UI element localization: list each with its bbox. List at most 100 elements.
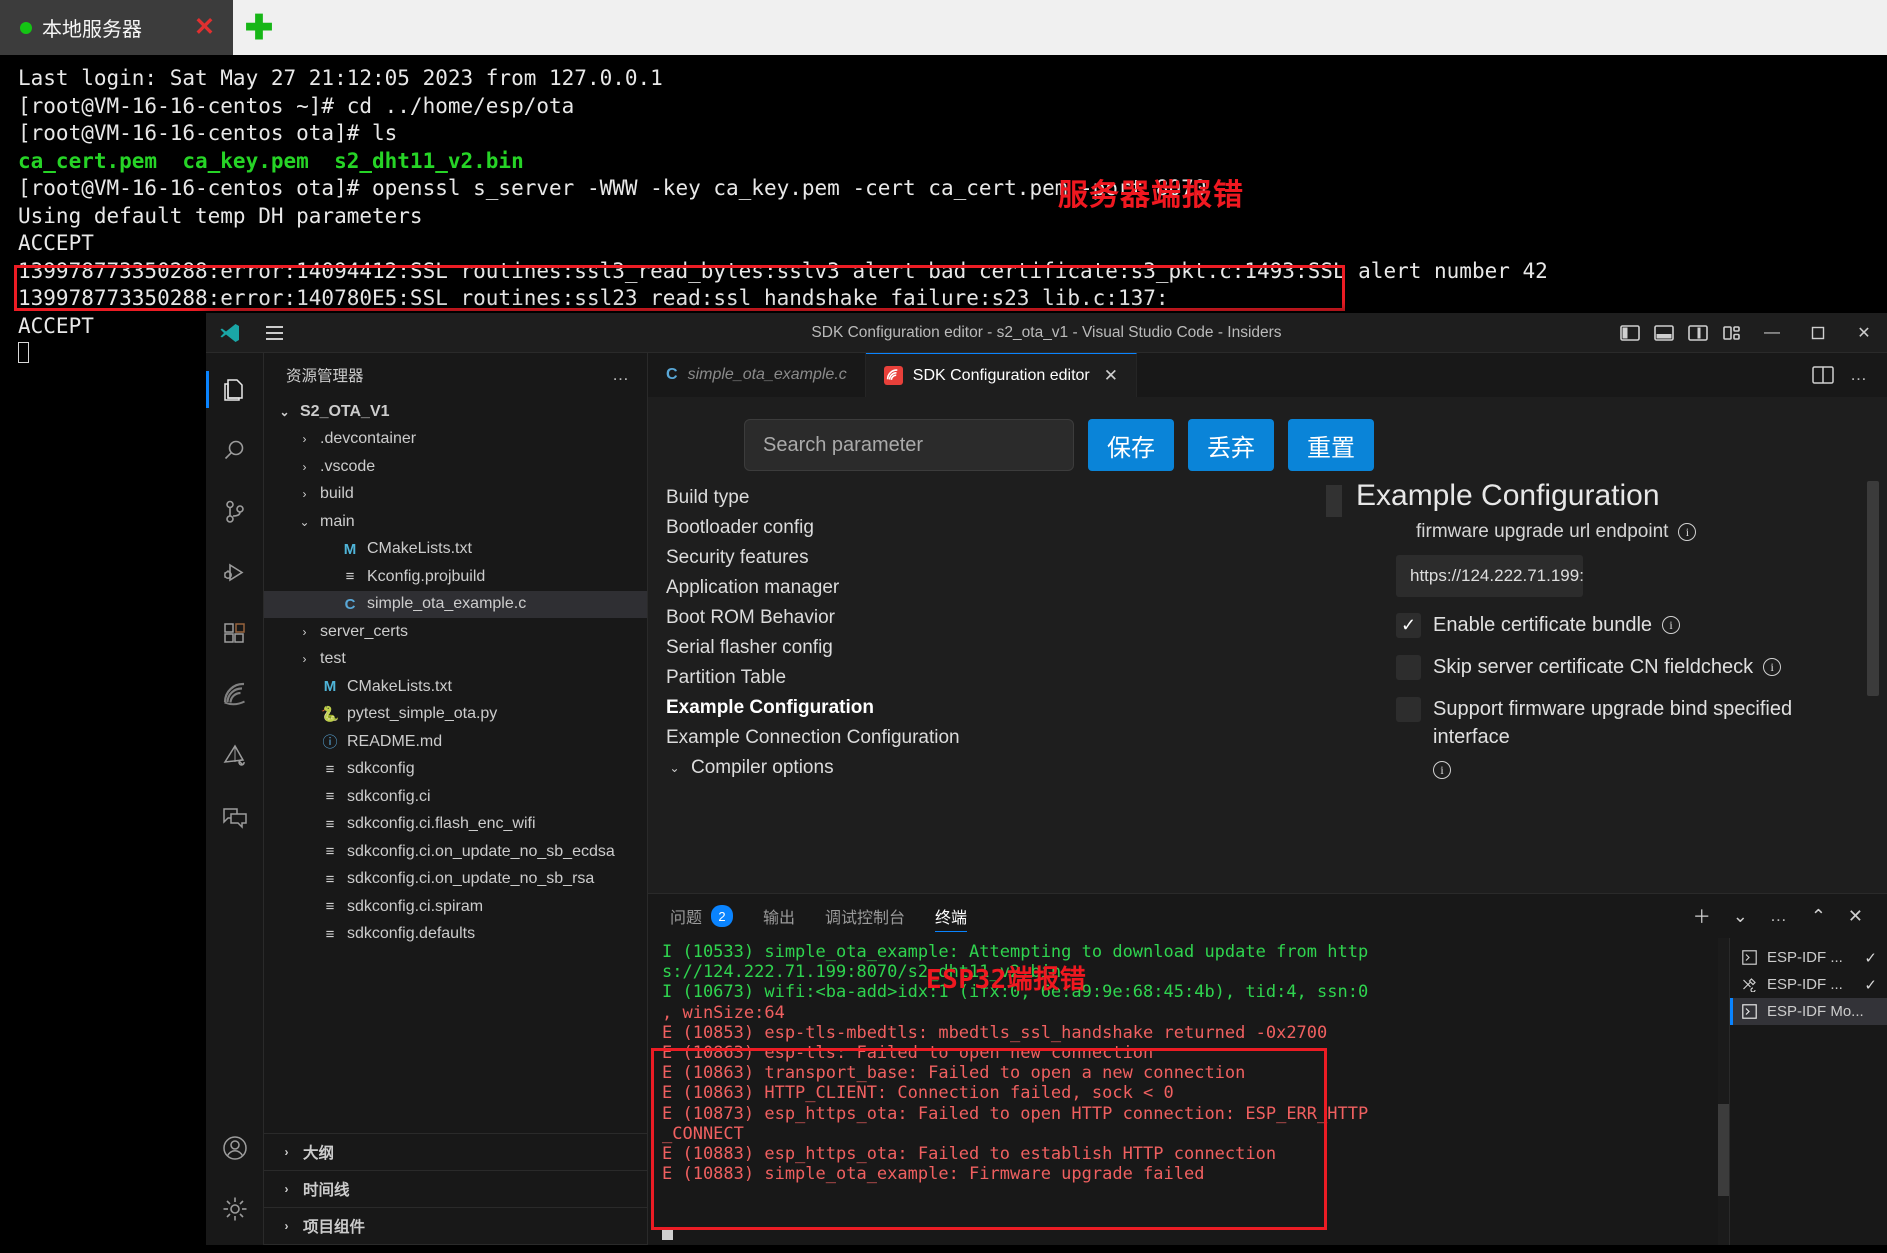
tree-item-main[interactable]: ⌄ main: [264, 508, 647, 536]
tree-item-sdkconfig[interactable]: ≡ sdkconfig: [264, 756, 647, 784]
toggle-panel-icon[interactable]: [1647, 313, 1681, 353]
file-tree[interactable]: ⌄ S2_OTA_V1 › .devcontainer › .vscode › build ⌄ m…: [264, 396, 647, 1133]
tree-item-cmakelists-txt[interactable]: M CMakeLists.txt: [264, 673, 647, 701]
list-item[interactable]: ESP-IDF Mo...: [1730, 998, 1887, 1025]
close-panel-icon[interactable]: ✕: [1848, 906, 1863, 927]
panel-tab-label: 问题: [670, 910, 703, 927]
maximize-panel-icon[interactable]: ⌃: [1811, 906, 1826, 927]
explorer-section-timeline[interactable]: › 时间线: [264, 1171, 647, 1208]
tab-output[interactable]: 输出: [763, 894, 795, 938]
menu-hamburger-icon[interactable]: [254, 325, 294, 340]
tree-item-sdkconfig-ci-flash-enc-wifi[interactable]: ≡ sdkconfig.ci.flash_enc_wifi: [264, 811, 647, 839]
customize-layout-icon[interactable]: [1715, 313, 1749, 353]
sidebar-item-run-and-debug[interactable]: [206, 542, 264, 603]
firmware-url-input[interactable]: https://124.222.71.199:807: [1396, 555, 1583, 597]
problems-badge: 2: [711, 905, 734, 927]
reset-button[interactable]: 重置: [1288, 419, 1374, 471]
tree-item-sdkconfig-ci-on-update-no-sb-rsa[interactable]: ≡ sdkconfig.ci.on_update_no_sb_rsa: [264, 866, 647, 894]
enable-certificate-bundle-checkbox[interactable]: ✓: [1396, 613, 1421, 638]
tree-item-sdkconfig-ci-on-update-no-sb-ecdsa[interactable]: ≡ sdkconfig.ci.on_update_no_sb_ecdsa: [264, 838, 647, 866]
sidebar-item-chat[interactable]: [206, 786, 264, 847]
sidebar-item-source-control[interactable]: [206, 481, 264, 542]
new-terminal-icon[interactable]: ＋: [1693, 903, 1711, 929]
tab-debug-console[interactable]: 调试控制台: [825, 894, 905, 938]
sdk-menu-item-bootloader-config[interactable]: Bootloader config: [666, 513, 1068, 543]
sidebar-item-espressif-idf[interactable]: [206, 664, 264, 725]
tree-item-sdkconfig-ci-spiram[interactable]: ≡ sdkconfig.ci.spiram: [264, 893, 647, 921]
panel-tab-label: 调试控制台: [825, 910, 906, 927]
editor-tab-sdk-configuration-editor[interactable]: SDK Configuration editor ✕: [865, 353, 1137, 397]
split-editor-icon[interactable]: [1812, 366, 1834, 384]
chevron-down-icon[interactable]: ⌄: [1733, 906, 1748, 927]
terminal-scrollbar[interactable]: [1718, 938, 1729, 1245]
close-icon[interactable]: ✕: [194, 15, 215, 40]
skip-server-cert-cn-checkbox[interactable]: [1396, 655, 1421, 680]
tree-item-pytest-simple-ota-py[interactable]: 🐍 pytest_simple_ota.py: [264, 701, 647, 729]
list-item[interactable]: ESP-IDF ... ✓: [1730, 944, 1887, 971]
sdk-menu-item-compiler-options[interactable]: ⌄ Compiler options: [666, 753, 1068, 783]
tree-item-cmakelists-txt[interactable]: M CMakeLists.txt: [264, 536, 647, 564]
tree-item-test[interactable]: › test: [264, 646, 647, 674]
support-bind-interface-checkbox[interactable]: [1396, 697, 1421, 722]
sidebar-item-unity[interactable]: [206, 725, 264, 786]
sdk-menu-item-example-connection-configuration[interactable]: Example Connection Configuration: [666, 723, 1068, 753]
tree-item-devcontainer[interactable]: › .devcontainer: [264, 426, 647, 454]
terminal-tabbar: 本地服务器 ✕ ✚: [0, 0, 1887, 55]
tab-problems[interactable]: 问题 2: [670, 894, 734, 938]
integrated-terminal-output[interactable]: I (10533) simple_ota_example: Attempting…: [648, 938, 1729, 1245]
tree-item-simple-ota-example-c[interactable]: Csimple_ota_example.c: [264, 590, 647, 618]
sdk-menu-item-label: Compiler options: [691, 757, 834, 778]
tree-item-sdkconfig-ci[interactable]: ≡ sdkconfig.ci: [264, 783, 647, 811]
save-button[interactable]: 保存: [1088, 419, 1174, 471]
config-scrollbar[interactable]: [1867, 481, 1879, 696]
new-tab-icon[interactable]: ✚: [233, 0, 285, 55]
sidebar-item-extensions[interactable]: [206, 603, 264, 664]
close-icon[interactable]: ✕: [1104, 366, 1118, 386]
tree-item-sdkconfig-defaults[interactable]: ≡ sdkconfig.defaults: [264, 921, 647, 949]
enable-certificate-bundle-row[interactable]: ✓ Enable certificate bundle i: [1396, 611, 1887, 639]
unity-wrench-icon: [222, 743, 248, 769]
support-bind-interface-row[interactable]: Support firmware upgrade bind specified …: [1396, 695, 1887, 779]
list-item[interactable]: ESP-IDF ... ✓: [1730, 971, 1887, 998]
minimize-button[interactable]: —: [1749, 313, 1795, 353]
editor-tab-simple-ota-example[interactable]: C simple_ota_example.c: [648, 353, 866, 397]
explorer-more-icon[interactable]: …: [612, 365, 631, 385]
info-icon[interactable]: i: [1662, 616, 1681, 634]
tab-terminal[interactable]: 终端: [935, 894, 968, 938]
sidebar-item-search[interactable]: [206, 420, 264, 481]
sdk-menu-item-partition-table[interactable]: Partition Table: [666, 663, 1068, 693]
explorer-section-label: 时间线: [303, 1182, 350, 1199]
tree-item-build[interactable]: › build: [264, 481, 647, 509]
explorer-section-components[interactable]: › 项目组件: [264, 1208, 647, 1245]
espressif-icon: [883, 366, 903, 385]
editor-more-icon[interactable]: …: [1850, 365, 1869, 385]
tree-item-vscode[interactable]: › .vscode: [264, 453, 647, 481]
terminal-tab-local-server[interactable]: 本地服务器 ✕: [0, 0, 233, 55]
sdk-menu-item-boot-rom-behavior[interactable]: Boot ROM Behavior: [666, 603, 1068, 633]
sidebar-item-explorer[interactable]: [206, 359, 264, 420]
discard-button[interactable]: 丢弃: [1188, 419, 1274, 471]
info-icon[interactable]: i: [1763, 658, 1782, 676]
panel-more-icon[interactable]: …: [1770, 906, 1789, 926]
sidebar-item-account[interactable]: [206, 1117, 264, 1178]
search-parameter-input[interactable]: Search parameter: [744, 419, 1074, 471]
tree-item-kconfig-projbuild[interactable]: ≡ Kconfig.projbuild: [264, 563, 647, 591]
sdk-menu-item-example-configuration[interactable]: Example Configuration: [666, 693, 1068, 723]
info-icon[interactable]: i: [1678, 523, 1697, 541]
sdk-menu-item-serial-flasher-config[interactable]: Serial flasher config: [666, 633, 1068, 663]
sdk-menu-item-build-type[interactable]: Build type: [666, 483, 1068, 513]
sidebar-item-settings[interactable]: [206, 1178, 264, 1239]
skip-server-cert-cn-row[interactable]: Skip server certificate CN fieldcheck i: [1396, 653, 1887, 681]
maximize-button[interactable]: [1795, 313, 1841, 353]
cfg-file-icon: ≡: [325, 760, 335, 778]
close-button[interactable]: ✕: [1841, 313, 1887, 353]
tree-item-s2-ota-v1[interactable]: ⌄ S2_OTA_V1: [264, 398, 647, 426]
toggle-primary-sidebar-icon[interactable]: [1613, 313, 1647, 353]
info-icon[interactable]: i: [1433, 761, 1451, 779]
toggle-secondary-sidebar-icon[interactable]: [1681, 313, 1715, 353]
explorer-section-outline[interactable]: › 大纲: [264, 1134, 647, 1171]
sdk-menu-item-security-features[interactable]: Security features: [666, 543, 1068, 573]
tree-item-readme-md[interactable]: ⓘ README.md: [264, 728, 647, 756]
tree-item-server-certs[interactable]: › server_certs: [264, 618, 647, 646]
sdk-menu-item-application-manager[interactable]: Application manager: [666, 573, 1068, 603]
